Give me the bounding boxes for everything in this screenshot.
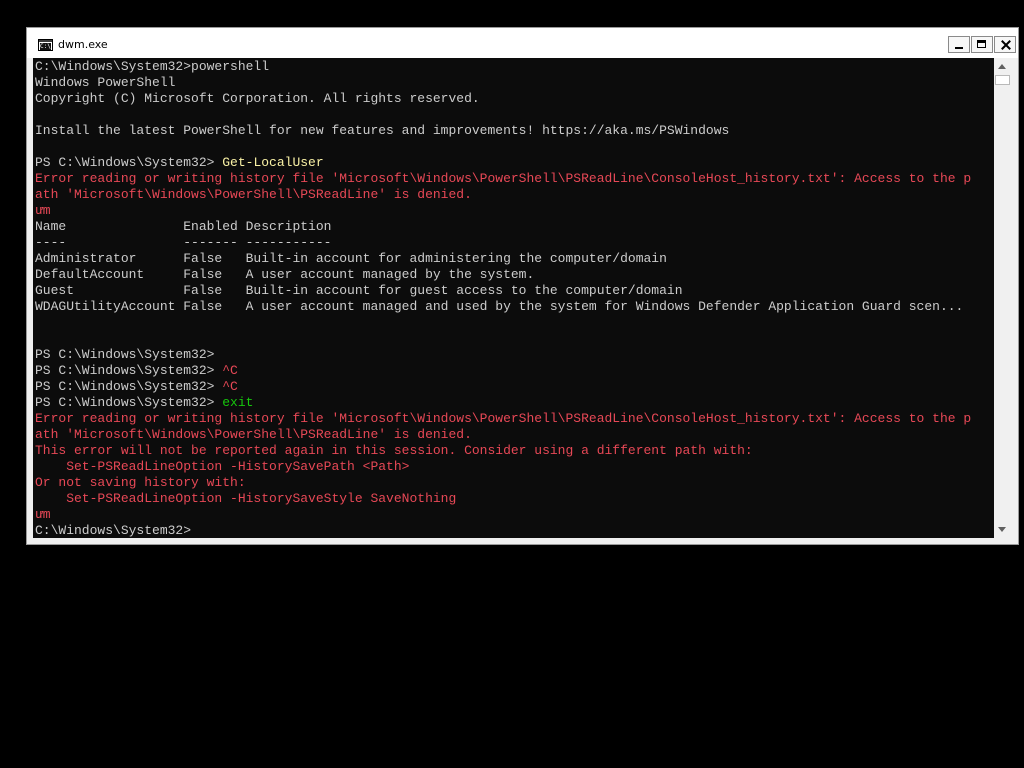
console-line: C:\Windows\System32>powershell: [35, 59, 270, 74]
console-line: PS C:\Windows\System32> exit: [35, 395, 971, 411]
scroll-thumb[interactable]: [995, 75, 1010, 85]
prompt-text: PS C:\Windows\System32>: [35, 363, 223, 378]
console-line: This error will not be reported again in…: [35, 443, 753, 458]
scroll-up-button[interactable]: [994, 58, 1011, 75]
console-line: PS C:\Windows\System32> ^C: [35, 379, 971, 395]
maximize-button[interactable]: [971, 36, 993, 53]
console-line: Name Enabled Description: [35, 219, 332, 234]
close-button[interactable]: [994, 36, 1016, 53]
prompt-text: PS C:\Windows\System32>: [35, 155, 223, 170]
prompt-text: PS C:\Windows\System32>: [35, 379, 223, 394]
console-line: DefaultAccount False A user account mana…: [35, 267, 535, 282]
console-icon[interactable]: C:\: [38, 39, 53, 51]
console-line: Copyright (C) Microsoft Corporation. All…: [35, 91, 480, 106]
console-line: Set-PSReadLineOption -HistorySavePath <P…: [35, 459, 410, 474]
minimize-button[interactable]: [948, 36, 970, 53]
console-line: Windows PowerShell: [35, 75, 176, 90]
scroll-down-button[interactable]: [994, 521, 1011, 538]
console-line: Set-PSReadLineOption -HistorySaveStyle S…: [35, 491, 457, 506]
console-line: C:\Windows\System32>: [35, 523, 192, 538]
console-line: Or not saving history with:: [35, 475, 246, 490]
console-line: ath 'Microsoft\Windows\PowerShell\PSRead…: [35, 187, 472, 202]
command-text: ^C: [222, 379, 238, 394]
console-line: PS C:\Windows\System32> ^C: [35, 363, 971, 379]
command-text: ^C: [222, 363, 238, 378]
console-line: ưm: [35, 203, 51, 218]
window-controls: [948, 36, 1016, 53]
console-line: PS C:\Windows\System32> Get-LocalUser: [35, 155, 971, 171]
console-output[interactable]: C:\Windows\System32>powershell Windows Po…: [33, 58, 994, 538]
console-line: Error reading or writing history file 'M…: [35, 411, 972, 426]
console-line: ---- ------- -----------: [35, 235, 332, 250]
command-text: Get-LocalUser: [222, 155, 324, 170]
console-line: PS C:\Windows\System32>: [35, 347, 215, 362]
console-window[interactable]: C:\ dwm.exe C:\Windows\System32>powershe…: [26, 27, 1019, 545]
console-line: WDAGUtilityAccount False A user account …: [35, 299, 964, 314]
console-lines: C:\Windows\System32>powershell Windows Po…: [35, 59, 971, 538]
console-line: Guest False Built-in account for guest a…: [35, 283, 683, 298]
title-bar[interactable]: C:\ dwm.exe: [27, 28, 1018, 58]
window-title: dwm.exe: [58, 38, 108, 51]
console-line: Error reading or writing history file 'M…: [35, 171, 972, 186]
command-text: exit: [222, 395, 254, 410]
console-line: Administrator False Built-in account for…: [35, 251, 667, 266]
console-line: Install the latest PowerShell for new fe…: [35, 123, 730, 138]
prompt-text: PS C:\Windows\System32>: [35, 395, 223, 410]
console-line: ath 'Microsoft\Windows\PowerShell\PSRead…: [35, 427, 472, 442]
vertical-scrollbar[interactable]: [994, 58, 1011, 538]
console-line: ưm: [35, 507, 51, 522]
